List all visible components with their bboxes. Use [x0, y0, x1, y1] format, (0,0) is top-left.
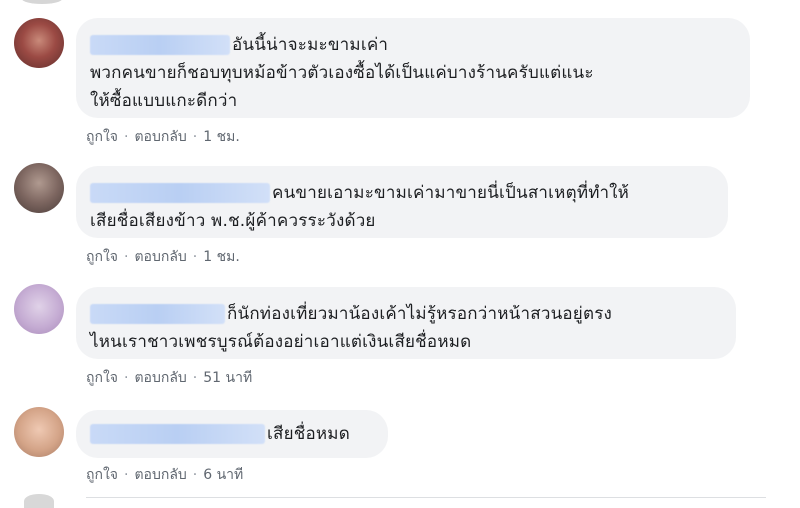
comment-bubble: คนขายเอามะขามเค่ามาขายนี่เป็นสาเหตุที่ทำ… [76, 166, 728, 238]
separator-dot: · [192, 129, 198, 145]
like-link[interactable]: ถูกใจ [86, 249, 118, 265]
avatar[interactable] [14, 407, 64, 457]
separator-dot: · [192, 467, 198, 483]
avatar-partial-bottom [24, 494, 54, 508]
author-name-redacted[interactable] [90, 35, 230, 55]
like-link[interactable]: ถูกใจ [86, 370, 118, 386]
author-name-redacted[interactable] [90, 424, 265, 444]
separator-dot: · [124, 129, 129, 145]
separator-dot: · [192, 370, 198, 386]
comment-bubble: อันนี้น่าจะมะขามเค่า พวกคนขายก็ชอบทุบหม้… [76, 18, 750, 118]
author-name-redacted[interactable] [90, 183, 270, 203]
reply-link[interactable]: ตอบกลับ [134, 129, 186, 145]
comment-actions: ถูกใจ · ตอบกลับ · 6 นาที [86, 464, 243, 486]
comment-actions: ถูกใจ · ตอบกลับ · 51 นาที [86, 367, 252, 389]
author-name-redacted[interactable] [90, 304, 225, 324]
reply-link[interactable]: ตอบกลับ [134, 370, 186, 386]
timestamp[interactable]: 6 นาที [203, 467, 243, 483]
timestamp[interactable]: 51 นาที [203, 370, 252, 386]
like-link[interactable]: ถูกใจ [86, 467, 118, 483]
comment-text-line: ให้ซื้อแบบแกะดีกว่า [90, 91, 238, 111]
avatar[interactable] [14, 18, 64, 68]
comment-text-line: ไหนเราชาวเพชรบูรณ์ต้องอย่าเอาแต่เงินเสีย… [90, 332, 472, 352]
reply-box-edge[interactable] [86, 497, 766, 498]
separator-dot: · [124, 249, 129, 265]
separator-dot: · [124, 370, 129, 386]
comment-text-line: พวกคนขายก็ชอบทุบหม้อข้าวตัวเองซื้อได้เป็… [90, 63, 594, 83]
avatar-partial-top [22, 0, 62, 4]
avatar[interactable] [14, 284, 64, 334]
like-link[interactable]: ถูกใจ [86, 129, 118, 145]
comment-actions: ถูกใจ · ตอบกลับ · 1 ชม. [86, 126, 240, 148]
avatar[interactable] [14, 163, 64, 213]
comment-text-line: ก็นักท่องเที่ยวมาน้องเค้าไม่รู้หรอกว่าหน… [90, 300, 720, 328]
comment-actions: ถูกใจ · ตอบกลับ · 1 ชม. [86, 246, 240, 268]
separator-dot: · [124, 467, 129, 483]
comment-text-line: เสียชื่อหมด [90, 420, 372, 448]
comment-bubble: ก็นักท่องเที่ยวมาน้องเค้าไม่รู้หรอกว่าหน… [76, 287, 736, 359]
reply-link[interactable]: ตอบกลับ [134, 249, 186, 265]
reply-link[interactable]: ตอบกลับ [134, 467, 186, 483]
comment-text-line: เสียชื่อเสียงข้าว พ.ช.ผู้ค้าควรระวังด้วย [90, 211, 376, 231]
timestamp[interactable]: 1 ชม. [203, 129, 240, 145]
timestamp[interactable]: 1 ชม. [203, 249, 240, 265]
separator-dot: · [192, 249, 198, 265]
comment-bubble: เสียชื่อหมด [76, 410, 388, 458]
comment-text-line: อันนี้น่าจะมะขามเค่า [90, 31, 734, 59]
comment-text-line: คนขายเอามะขามเค่ามาขายนี่เป็นสาเหตุที่ทำ… [90, 179, 712, 207]
